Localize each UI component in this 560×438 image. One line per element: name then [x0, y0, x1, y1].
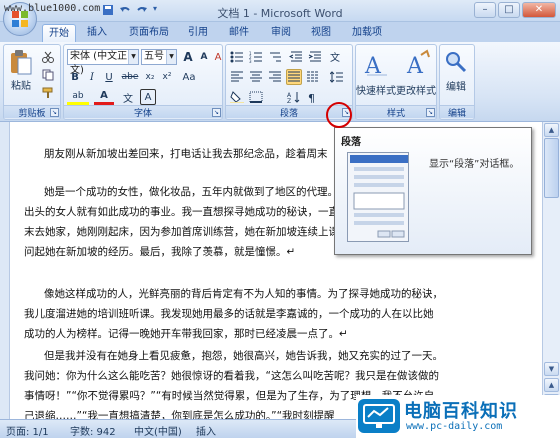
underline-button[interactable]: U — [101, 69, 117, 85]
font-group: 宋体 (中文正文) ▼ 五号 ▼ A A A B I U abe x₂ x² Aa … — [63, 44, 223, 120]
watermark-text: www.blue1000.com — [4, 3, 101, 14]
highlight-button[interactable]: ab — [67, 89, 89, 105]
scroll-down-button[interactable]: ▼ — [544, 362, 559, 376]
distributed-icon[interactable] — [305, 69, 321, 85]
document-paragraph[interactable]: 像她这样成功的人，光鲜亮丽的背后肯定有不为人知的事情。为了探寻她成功的秘诀， 我… — [24, 284, 514, 346]
logo-name: 电脑百科知识 — [404, 401, 518, 422]
tooltip-description: 显示“段落”对话框。 — [429, 159, 520, 170]
tab-page-layout[interactable]: 页面布局 — [124, 24, 174, 42]
borders-icon[interactable] — [248, 89, 264, 105]
svg-text:A: A — [406, 54, 424, 79]
shading-icon[interactable] — [229, 89, 245, 105]
prev-page-button[interactable]: ▲ — [544, 378, 559, 392]
vertical-scrollbar[interactable]: ▲ ▼ ▲ ● — [542, 122, 560, 419]
tab-home[interactable]: 开始 — [42, 24, 76, 42]
font-label: 字体 — [64, 105, 222, 119]
customize-qat-icon[interactable]: ▾ — [153, 4, 165, 16]
bold-button[interactable]: B — [67, 69, 83, 85]
styles-group: A 快速样式 A 更改样式 样式 ↘ — [355, 44, 437, 120]
italic-button[interactable]: I — [84, 69, 100, 85]
grow-font-button[interactable]: A — [180, 49, 196, 65]
minimize-button[interactable]: – — [474, 2, 496, 18]
font-size-combo[interactable]: 五号 ▼ — [141, 49, 177, 65]
align-center-icon[interactable] — [248, 69, 264, 85]
highlight-circle — [326, 102, 352, 128]
increase-indent-icon[interactable] — [307, 49, 323, 65]
quick-styles-button[interactable]: A 快速样式 — [356, 49, 396, 107]
font-launcher[interactable]: ↘ — [212, 108, 221, 117]
svg-text:¶: ¶ — [308, 92, 315, 103]
font-size-value: 五号 — [144, 51, 164, 62]
line-spacing-icon[interactable] — [329, 69, 345, 85]
justify-icon[interactable] — [286, 69, 302, 85]
paste-icon[interactable] — [8, 48, 34, 76]
insert-mode[interactable]: 插入 — [196, 423, 216, 438]
change-case-button[interactable]: Aa — [178, 69, 200, 85]
change-styles-label: 更改样式 — [396, 86, 436, 97]
tab-mailings[interactable]: 邮件 — [224, 24, 254, 42]
align-right-icon[interactable] — [267, 69, 283, 85]
sort-icon[interactable]: AZ — [286, 89, 302, 105]
language-indicator[interactable]: 中文(中国) — [134, 423, 182, 438]
align-left-icon[interactable] — [229, 69, 245, 85]
svg-text:Z: Z — [287, 98, 291, 103]
ribbon-tabs: 开始 插入 页面布局 引用 邮件 审阅 视图 加载项 — [0, 22, 560, 42]
clear-format-button[interactable]: A — [210, 49, 226, 65]
decrease-indent-icon[interactable] — [288, 49, 304, 65]
strikethrough-button[interactable]: abe — [120, 69, 140, 85]
scroll-thumb[interactable] — [544, 138, 559, 198]
ribbon: 粘贴 剪贴板 ↘ 宋体 (中文正文) ▼ 五号 ▼ A A A B I U abe … — [0, 42, 560, 122]
phonetic-guide-button[interactable]: 文 — [120, 89, 136, 105]
editing-group: 编辑 编辑 — [439, 44, 475, 120]
paragraph-tooltip: 段落 显示“段落”对话框。 — [334, 127, 532, 255]
clipboard-launcher[interactable]: ↘ — [50, 108, 59, 117]
copy-icon[interactable] — [40, 67, 56, 83]
tooltip-title: 段落 — [341, 137, 361, 148]
save-icon[interactable] — [102, 4, 114, 16]
tab-insert[interactable]: 插入 — [82, 24, 112, 42]
asian-layout-icon[interactable]: 文 — [329, 49, 345, 65]
editing-button-label: 编辑 — [446, 82, 466, 93]
character-border-button[interactable]: A — [140, 89, 156, 105]
tab-review[interactable]: 审阅 — [266, 24, 296, 42]
close-button[interactable]: ✕ — [522, 2, 556, 18]
format-painter-icon[interactable] — [40, 85, 56, 101]
tab-addins[interactable]: 加载项 — [346, 24, 388, 42]
font-color-button[interactable]: A — [94, 89, 114, 105]
styles-launcher[interactable]: ↘ — [426, 108, 435, 117]
tab-view[interactable]: 视图 — [306, 24, 336, 42]
editing-button[interactable]: 编辑 — [438, 49, 474, 107]
show-marks-icon[interactable]: ¶ — [305, 89, 321, 105]
svg-text:文: 文 — [330, 51, 340, 63]
undo-icon[interactable] — [119, 4, 131, 16]
tab-references[interactable]: 引用 — [183, 24, 213, 42]
quick-access-toolbar: ▾ — [102, 4, 165, 16]
logo-url: www.pc-daily.com — [406, 421, 503, 432]
change-styles-button[interactable]: A 更改样式 — [396, 49, 436, 107]
scroll-up-button[interactable]: ▲ — [544, 123, 559, 137]
site-logo: 电脑百科知识 www.pc-daily.com — [356, 395, 560, 438]
monitor-logo-icon — [358, 399, 400, 433]
clipboard-group: 粘贴 剪贴板 ↘ — [3, 44, 61, 120]
redo-icon[interactable] — [136, 4, 148, 16]
paste-button[interactable]: 粘贴 — [8, 77, 34, 92]
font-name-combo[interactable]: 宋体 (中文正文) ▼ — [67, 49, 139, 76]
cut-icon[interactable] — [40, 49, 56, 65]
bullets-icon[interactable] — [229, 49, 245, 65]
paragraph-dialog-preview-icon — [347, 152, 409, 242]
superscript-button[interactable]: x² — [159, 69, 175, 85]
subscript-button[interactable]: x₂ — [142, 69, 158, 85]
word-count[interactable]: 字数: 942 — [70, 423, 116, 438]
styles-label: 样式 — [356, 105, 436, 119]
svg-text:3: 3 — [249, 59, 252, 63]
numbering-icon[interactable]: 123 — [248, 49, 264, 65]
page-count[interactable]: 页面: 1/1 — [6, 423, 49, 438]
editing-label: 编辑 — [440, 105, 474, 119]
vertical-ruler — [0, 122, 10, 419]
maximize-button[interactable]: □ — [498, 2, 520, 18]
quick-styles-label: 快速样式 — [356, 86, 396, 97]
multilevel-list-icon[interactable] — [267, 49, 283, 65]
